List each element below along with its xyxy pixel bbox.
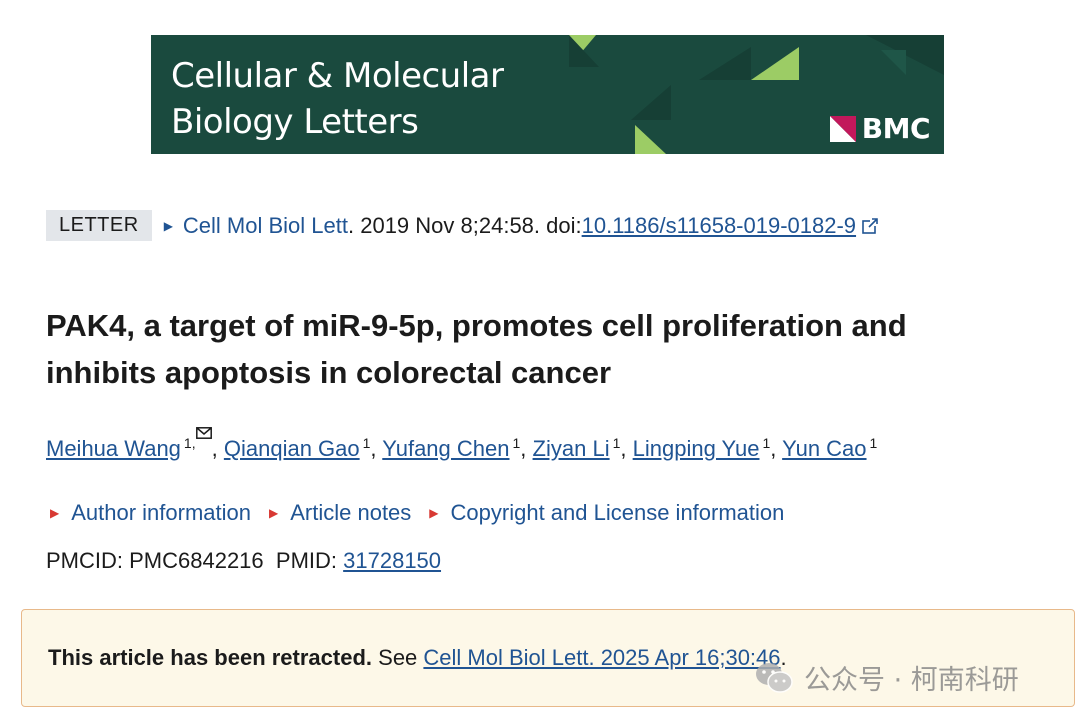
article-title: PAK4, a target of miR-9-5p, promotes cel…: [46, 308, 907, 390]
author-link[interactable]: Qianqian Gao: [224, 436, 360, 461]
doi-link[interactable]: 10.1186/s11658-019-0182-9: [582, 213, 856, 239]
author-affiliation: 1,: [184, 427, 212, 451]
citation-details: . 2019 Nov 8;24:58. doi:: [348, 212, 582, 238]
caret-right-icon: ▶: [163, 218, 173, 233]
mail-icon[interactable]: [195, 427, 212, 439]
pmid-label: PMID:: [275, 548, 338, 573]
bmc-logo-text: BMC: [861, 112, 931, 145]
retraction-notice-text: This article has been retracted. See Cel…: [48, 645, 787, 671]
author-link[interactable]: Yufang Chen: [382, 436, 509, 461]
watermark-text: 公众号 · 柯南科研: [804, 665, 1019, 696]
author-separator: ,: [620, 436, 627, 461]
pmcid-label: PMCID: PMC6842216: [46, 548, 264, 573]
author-information-toggle[interactable]: ▶ Author information: [50, 500, 251, 526]
author-separator: ,: [211, 436, 218, 461]
citation-row: LETTER ▶ Cell Mol Biol Lett . 2019 Nov 8…: [46, 210, 879, 241]
journal-banner[interactable]: Cellular & Molecular Biology Letters BMC: [151, 35, 944, 154]
caret-right-icon: ▶: [50, 506, 60, 520]
journal-title-line2: Biology Letters: [171, 102, 419, 142]
author-information-link[interactable]: Author information: [71, 500, 251, 526]
caret-right-icon: ▶: [429, 506, 439, 520]
retraction-see: See: [372, 645, 424, 670]
bmc-mark-icon: [829, 115, 856, 142]
caret-right-icon: ▶: [269, 506, 279, 520]
article-notes-toggle[interactable]: ▶ Article notes: [269, 500, 411, 526]
article-identifiers: PMCID: PMC6842216 PMID: 31728150: [46, 548, 441, 574]
author-separator: ,: [370, 436, 377, 461]
journal-title: Cellular & Molecular Biology Letters: [171, 53, 504, 145]
article-info-links: ▶ Author information ▶ Article notes ▶ C…: [50, 500, 802, 526]
author-separator: ,: [770, 436, 777, 461]
pmid-link[interactable]: 31728150: [343, 548, 441, 573]
author-list: Meihua Wang 1,, Qianqian Gao 1, Yufang Che…: [46, 427, 877, 462]
article-type-badge: LETTER: [46, 210, 152, 241]
author-affiliation: 1: [869, 435, 878, 451]
watermark: 公众号 · 柯南科研: [754, 658, 1019, 697]
journal-title-line1: Cellular & Molecular: [171, 56, 504, 96]
article-notes-link[interactable]: Article notes: [290, 500, 411, 526]
author-separator: ,: [520, 436, 527, 461]
author-link[interactable]: Lingping Yue: [633, 436, 760, 461]
author-link[interactable]: Yun Cao: [782, 436, 866, 461]
journal-link[interactable]: Cell Mol Biol Lett: [183, 213, 348, 239]
retraction-heading: This article has been retracted.: [48, 645, 373, 670]
copyright-license-toggle[interactable]: ▶ Copyright and License information: [429, 500, 784, 526]
retraction-link[interactable]: Cell Mol Biol Lett. 2025 Apr 16;30:46: [423, 645, 780, 670]
bmc-logo: BMC: [829, 112, 931, 145]
author-link[interactable]: Meihua Wang: [46, 436, 181, 461]
copyright-license-link[interactable]: Copyright and License information: [451, 500, 785, 526]
author-link[interactable]: Ziyan Li: [533, 436, 610, 461]
external-link-icon[interactable]: [861, 217, 879, 235]
wechat-icon: [756, 662, 793, 693]
